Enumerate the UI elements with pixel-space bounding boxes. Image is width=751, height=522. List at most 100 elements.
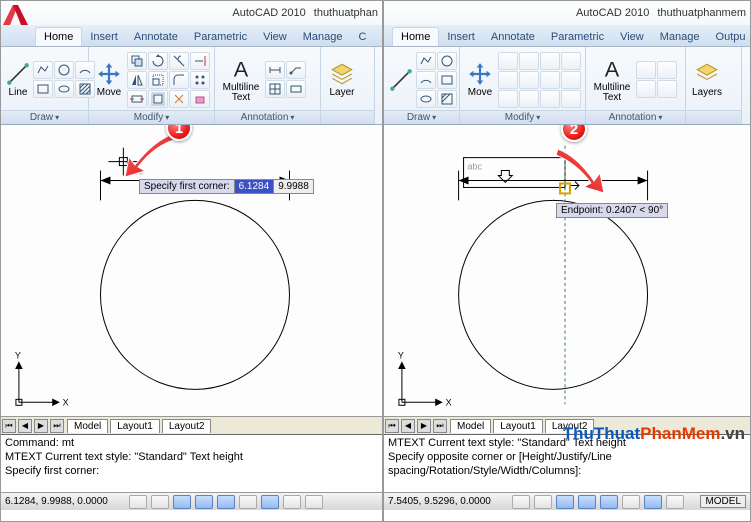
ellipse-icon[interactable] [54,80,74,98]
tab-home[interactable]: Home [35,27,82,46]
tab-output[interactable]: Outpu [708,28,751,46]
tab-nav-prev-icon[interactable]: ◀ [18,419,32,433]
offset-icon[interactable] [519,90,539,108]
tab-insert[interactable]: Insert [82,28,126,46]
erase-icon[interactable] [190,90,210,108]
rotate-icon[interactable] [148,52,168,70]
layout-tab-model[interactable]: Model [67,419,108,433]
polyline-icon[interactable] [416,52,436,70]
scale-icon[interactable] [519,71,539,89]
layout-tab-1[interactable]: Layout1 [493,419,543,433]
layout-tab-1[interactable]: Layout1 [110,419,160,433]
status-model[interactable]: MODEL [700,495,746,508]
offset-icon[interactable] [148,90,168,108]
tab-nav-first-icon[interactable]: ⏮ [385,419,399,433]
dyn-toggle[interactable] [261,495,279,509]
arc-icon[interactable] [416,71,436,89]
layout-tab-model[interactable]: Model [450,419,491,433]
command-line[interactable]: Command: mt MTEXT Current text style: "S… [1,434,382,492]
hatch-icon[interactable] [437,90,457,108]
dimension-icon[interactable] [265,61,285,79]
tab-nav-last-icon[interactable]: ⏭ [50,419,64,433]
tab-annotate[interactable]: Annotate [126,28,186,46]
stretch-icon[interactable] [498,90,518,108]
leader-icon[interactable] [286,61,306,79]
line-button[interactable] [388,65,414,95]
layers-button[interactable]: Layers [690,59,724,100]
mtext-button[interactable]: A Multiline Text [219,54,263,105]
copy-icon[interactable] [498,52,518,70]
fillet-icon[interactable] [169,71,189,89]
erase-icon[interactable] [561,90,581,108]
dyn-toggle[interactable] [644,495,662,509]
grid-toggle[interactable] [151,495,169,509]
command-line[interactable]: MTEXT Current text style: "Standard" Tex… [384,434,750,492]
stretch-icon[interactable] [127,90,147,108]
extend-icon[interactable] [561,52,581,70]
leader-icon[interactable] [657,61,677,79]
line-button[interactable]: Line [5,59,31,100]
explode-icon[interactable] [169,90,189,108]
tab-nav-first-icon[interactable]: ⏮ [2,419,16,433]
trim-icon[interactable] [540,52,560,70]
rectangle-icon[interactable] [437,71,457,89]
polar-toggle[interactable] [578,495,596,509]
mirror-icon[interactable] [127,71,147,89]
tab-home[interactable]: Home [392,27,439,46]
move-button[interactable]: Move [464,59,496,100]
snap-toggle[interactable] [129,495,147,509]
dimension-icon[interactable] [636,61,656,79]
lwt-toggle[interactable] [666,495,684,509]
osnap-toggle[interactable] [217,495,235,509]
otrack-toggle[interactable] [622,495,640,509]
explode-icon[interactable] [540,90,560,108]
table-icon[interactable] [636,80,656,98]
tab-parametric[interactable]: Parametric [186,28,255,46]
drawing-canvas[interactable]: abc X Y Specify first corner: 6.1284 9.9… [1,125,382,416]
array-icon[interactable] [561,71,581,89]
layers-button[interactable]: Layer [325,59,359,100]
tab-extra[interactable]: C [351,28,375,46]
tab-insert[interactable]: Insert [439,28,483,46]
tab-nav-next-icon[interactable]: ▶ [34,419,48,433]
tab-annotate[interactable]: Annotate [483,28,543,46]
grid-toggle[interactable] [534,495,552,509]
table-icon[interactable] [265,80,285,98]
snap-toggle[interactable] [512,495,530,509]
extend-icon[interactable] [190,52,210,70]
osnap-toggle[interactable] [600,495,618,509]
ortho-toggle[interactable] [556,495,574,509]
app-logo-icon[interactable] [1,1,31,31]
qp-toggle[interactable] [305,495,323,509]
array-icon[interactable] [190,71,210,89]
tab-manage[interactable]: Manage [295,28,351,46]
tab-nav-last-icon[interactable]: ⏭ [433,419,447,433]
scale-icon[interactable] [148,71,168,89]
ellipse-icon[interactable] [416,90,436,108]
move-button[interactable]: Move [93,59,125,100]
tab-view[interactable]: View [255,28,295,46]
circle-icon[interactable] [437,52,457,70]
tab-nav-next-icon[interactable]: ▶ [417,419,431,433]
tab-nav-prev-icon[interactable]: ◀ [401,419,415,433]
tab-parametric[interactable]: Parametric [543,28,612,46]
otrack-toggle[interactable] [239,495,257,509]
copy-icon[interactable] [127,52,147,70]
drawing-canvas[interactable]: abc X Y Endpoint: 0.2407 < 90° 2 [384,125,750,416]
rotate-icon[interactable] [519,52,539,70]
mirror-icon[interactable] [498,71,518,89]
circle-icon[interactable] [54,61,74,79]
layout-tab-2[interactable]: Layout2 [162,419,212,433]
mtext-button[interactable]: A Multiline Text [590,54,634,105]
rectangle-icon[interactable] [33,80,53,98]
polar-toggle[interactable] [195,495,213,509]
tab-view[interactable]: View [612,28,652,46]
field-icon[interactable] [657,80,677,98]
trim-icon[interactable] [169,52,189,70]
tab-manage[interactable]: Manage [652,28,708,46]
layout-tab-2[interactable]: Layout2 [545,419,595,433]
polyline-icon[interactable] [33,61,53,79]
fillet-icon[interactable] [540,71,560,89]
field-icon[interactable] [286,80,306,98]
ortho-toggle[interactable] [173,495,191,509]
